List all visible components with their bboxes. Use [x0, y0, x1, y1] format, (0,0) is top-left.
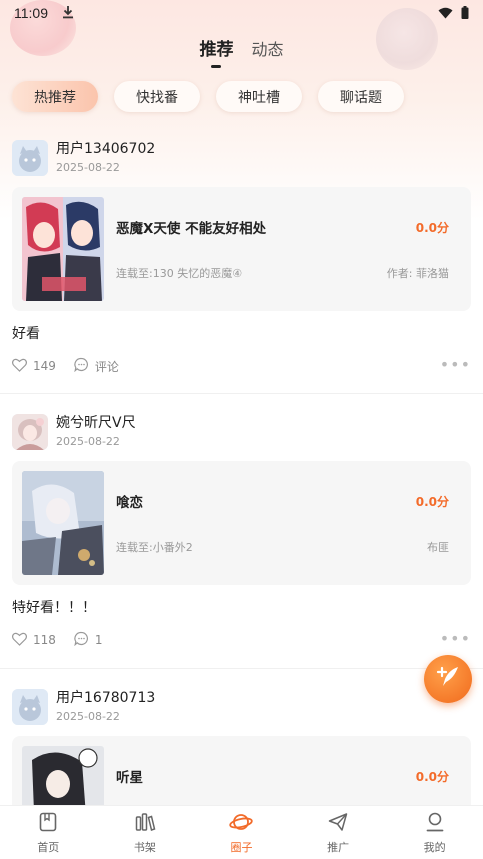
book-author: 作者: 菲洛猫: [386, 267, 449, 280]
nav-promote[interactable]: 推广: [290, 806, 387, 859]
tab-feed[interactable]: 动态: [251, 36, 283, 64]
nav-mine-label: 我的: [423, 840, 446, 854]
like-button[interactable]: 118: [12, 632, 56, 649]
post-date: 2025-08-22: [56, 710, 120, 723]
planet-icon: [229, 811, 254, 836]
post-divider: [0, 393, 483, 394]
wifi-icon: [438, 4, 453, 23]
book-score: 0.0分: [415, 221, 449, 235]
home-icon: [37, 811, 59, 836]
nav-mine[interactable]: 我的: [386, 806, 483, 859]
comment-count: 评论: [94, 359, 119, 374]
book-cover: [22, 471, 104, 575]
user-name[interactable]: 用户16780713: [56, 689, 155, 707]
comment-icon: [74, 631, 89, 649]
post-header[interactable]: 用户13406702 2025-08-22: [12, 140, 155, 176]
nav-bookshelf[interactable]: 书架: [97, 806, 194, 859]
post-text: 特好看！！！: [12, 600, 96, 616]
category-chips: 热推荐 快找番 神吐槽 聊话题: [12, 81, 404, 112]
post-header[interactable]: 婉兮昕尺V尺 2025-08-22: [12, 414, 136, 450]
avatar[interactable]: [12, 414, 48, 450]
top-tabs: 推荐 动态: [0, 34, 483, 68]
battery-icon: [461, 4, 469, 23]
status-bar: 11:09: [0, 0, 483, 26]
post-date: 2025-08-22: [56, 161, 120, 174]
nav-home-label: 首页: [37, 840, 60, 854]
heart-icon: [12, 632, 27, 649]
book-score: 0.0分: [415, 495, 449, 509]
book-title: 喰恋: [116, 495, 143, 511]
user-name[interactable]: 用户13406702: [56, 140, 155, 158]
book-title: 恶魔X天使 不能友好相处: [116, 221, 267, 237]
quill-plus-icon: [435, 664, 461, 694]
more-options-icon[interactable]: •••: [440, 629, 471, 648]
post-actions: 149 评论: [12, 357, 119, 375]
book-serial: 连载至:小番外2: [116, 541, 193, 554]
comment-button[interactable]: 评论: [74, 357, 119, 375]
post-date: 2025-08-22: [56, 435, 120, 448]
download-icon: [62, 5, 74, 22]
chip-find-anime[interactable]: 快找番: [114, 81, 200, 112]
book-serial: 连载至:130 失忆的恶魔④: [116, 267, 243, 280]
avatar[interactable]: [12, 140, 48, 176]
tab-active-indicator: [211, 65, 222, 68]
nav-promote-label: 推广: [327, 840, 350, 854]
book-author: 布匪: [427, 541, 449, 554]
profile-icon: [424, 811, 446, 836]
book-cover: [22, 197, 104, 301]
compose-post-button[interactable]: [424, 655, 472, 703]
like-button[interactable]: 149: [12, 358, 56, 375]
book-score: 0.0分: [415, 770, 449, 784]
user-name[interactable]: 婉兮昕尺V尺: [56, 414, 136, 432]
comment-button[interactable]: 1: [74, 631, 103, 649]
like-count: 118: [33, 633, 56, 647]
tab-recommend-label: 推荐: [199, 40, 234, 60]
post-text: 好看: [12, 326, 40, 342]
post-divider: [0, 668, 483, 669]
nav-home[interactable]: 首页: [0, 806, 97, 859]
status-time: 11:09: [14, 5, 48, 21]
like-count: 149: [33, 359, 56, 373]
chip-hot-recommend[interactable]: 热推荐: [12, 81, 98, 112]
comment-icon: [74, 357, 89, 375]
post-header[interactable]: 用户16780713 2025-08-22: [12, 689, 155, 725]
book-card[interactable]: 恶魔X天使 不能友好相处 0.0分 连载至:130 失忆的恶魔④ 作者: 菲洛猫: [12, 187, 471, 311]
paper-plane-icon: [327, 811, 349, 836]
chip-roast[interactable]: 神吐槽: [216, 81, 302, 112]
nav-circle[interactable]: 圈子: [193, 806, 290, 859]
tab-feed-label: 动态: [251, 40, 284, 59]
book-card[interactable]: 喰恋 0.0分 连载至:小番外2 布匪: [12, 461, 471, 585]
nav-circle-label: 圈子: [230, 840, 253, 854]
avatar[interactable]: [12, 689, 48, 725]
bookshelf-icon: [134, 811, 156, 836]
more-options-icon[interactable]: •••: [440, 355, 471, 374]
heart-icon: [12, 358, 27, 375]
chip-topics[interactable]: 聊话题: [318, 81, 404, 112]
bottom-nav: 首页 书架 圈子 推广 我的: [0, 805, 483, 859]
book-title: 听星: [116, 770, 143, 786]
nav-bookshelf-label: 书架: [133, 840, 156, 854]
post-actions: 118 1: [12, 631, 103, 649]
tab-recommend[interactable]: 推荐: [199, 35, 234, 68]
comment-count: 1: [94, 633, 103, 647]
